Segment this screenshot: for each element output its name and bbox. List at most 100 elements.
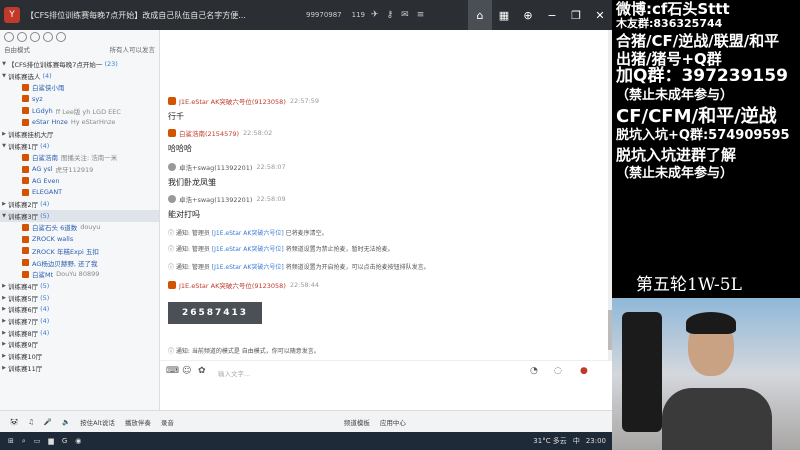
channel-user[interactable]: 白鲨Mt DouYu 80899 xyxy=(0,268,159,280)
mic-icon[interactable]: 🎤 xyxy=(44,418,52,426)
collapsed-icon[interactable]: ▶ xyxy=(0,306,8,312)
search-icon[interactable]: ⌕ xyxy=(22,437,26,446)
browser-icon[interactable]: G xyxy=(62,437,67,445)
user-badge-icon xyxy=(22,247,29,255)
user-badge-icon xyxy=(22,95,29,103)
app-center-button[interactable]: 应用中心 xyxy=(380,417,406,427)
avatar[interactable] xyxy=(168,281,176,289)
home-icon[interactable]: ⌂ xyxy=(468,0,492,30)
sender-name[interactable]: 卓浩+swag(11392201) xyxy=(179,194,252,204)
channel-item[interactable]: ▼ 训练赛3厅 (5) xyxy=(0,209,159,222)
search-icon[interactable] xyxy=(56,32,66,42)
sender-name[interactable]: J1E.eStar AK突破六号位(9123058) xyxy=(179,280,286,290)
channel-item[interactable]: ▶ 训练赛2厅 (4) xyxy=(0,198,159,210)
airplane-icon[interactable]: ✈ xyxy=(371,10,379,20)
app-icon[interactable]: ◉ xyxy=(75,437,81,445)
channel-name: 训练赛选人 xyxy=(8,72,41,81)
group-icon[interactable] xyxy=(17,32,27,42)
collapsed-icon[interactable]: ▶ xyxy=(0,330,8,336)
collapsed-icon[interactable]: ▶ xyxy=(0,353,8,359)
channel-user[interactable]: 白鲨侠小雨 xyxy=(0,81,159,93)
channel-item[interactable]: ▶ 训练赛7厅 (4) xyxy=(0,315,159,327)
collapsed-icon[interactable]: ▶ xyxy=(0,365,8,371)
collapsed-icon[interactable]: ▶ xyxy=(0,341,8,347)
expanded-icon[interactable]: ▼ xyxy=(0,61,8,67)
avatar[interactable] xyxy=(168,163,176,171)
room-title: 【CFS排位训练赛每晚7点开始】改成自己队伍自己名字方便... xyxy=(26,10,246,20)
channel-user[interactable]: AG杨边贝赫野, 还了我 xyxy=(0,257,159,269)
weather[interactable]: 31°C 多云 xyxy=(533,436,567,446)
menu-icon[interactable]: ≡ xyxy=(417,10,425,20)
push-to-talk-button[interactable]: 按住Alt说话 xyxy=(80,417,115,427)
headset-icon[interactable]: ♫ xyxy=(28,418,34,426)
windows-start-icon[interactable]: ⊞ xyxy=(8,437,14,445)
channel-item[interactable]: ▼ 训练赛选人 (4) xyxy=(0,70,159,82)
speaker-icon[interactable]: 🔈 xyxy=(62,418,70,426)
notice-user[interactable]: [J1E.eStar AK突破六号位] xyxy=(212,246,284,253)
close-icon[interactable]: ✕ xyxy=(588,0,612,30)
channel-user[interactable]: syz xyxy=(0,93,159,105)
clock[interactable]: 23:00 xyxy=(586,437,606,445)
grid-icon[interactable]: ▦ xyxy=(492,0,516,30)
message-input[interactable]: 输入文字... xyxy=(218,368,250,378)
channel-item[interactable]: ▶ 训练赛挂机大厅 xyxy=(0,128,159,140)
expanded-icon[interactable]: ▼ xyxy=(0,213,8,219)
settings-icon[interactable] xyxy=(30,32,40,42)
channel-user[interactable]: 白鲨浩南 图播关注: 浩南一米 xyxy=(0,152,159,164)
voice-icon[interactable]: ◔ xyxy=(530,366,538,376)
taskview-icon[interactable]: ▭ xyxy=(34,437,41,445)
channel-user[interactable]: eStar Hnze Hy eStarHnze xyxy=(0,116,159,128)
minimize-icon[interactable]: − xyxy=(540,0,564,30)
collapsed-icon[interactable]: ▶ xyxy=(0,283,8,289)
code-message: 26587413 xyxy=(168,302,262,324)
gamepad-icon[interactable]: ⌨ xyxy=(166,366,179,376)
collapsed-icon[interactable]: ▶ xyxy=(0,318,8,324)
expanded-icon[interactable]: ▼ xyxy=(0,143,8,149)
record-icon[interactable]: ● xyxy=(580,366,588,376)
collapsed-icon[interactable]: ▶ xyxy=(0,295,8,301)
channel-user[interactable]: AG Even xyxy=(0,175,159,187)
channel-item[interactable]: ▶ 训练赛10厅 xyxy=(0,350,159,362)
channel-item[interactable]: ▶ 训练赛9厅 xyxy=(0,339,159,351)
record-button[interactable]: 录音 xyxy=(161,417,174,427)
collapsed-icon[interactable]: ▶ xyxy=(0,201,8,207)
message-time: 22:57:59 xyxy=(289,97,320,105)
channel-item[interactable]: ▼ 训练赛1厅 (4) xyxy=(0,140,159,152)
mode-selector[interactable]: 自由模式 xyxy=(4,44,30,56)
channel-user[interactable]: AG ysl 虎牙112919 xyxy=(0,163,159,175)
gift-icon[interactable]: ✿ xyxy=(198,366,206,376)
user-icon[interactable] xyxy=(4,32,14,42)
channel-user[interactable]: ZROCK 年糕Expi 五扣 xyxy=(0,245,159,257)
channel-user[interactable]: LGdyh ff Lee版 yh LGD EEC xyxy=(0,105,159,117)
channel-item[interactable]: ▶ 训练赛8厅 (4) xyxy=(0,327,159,339)
expanded-icon[interactable]: ▼ xyxy=(0,73,8,79)
explorer-icon[interactable]: ▆ xyxy=(48,437,53,445)
sender-name[interactable]: J1E.eStar AK突破六号位(9123058) xyxy=(179,96,286,106)
ime-indicator[interactable]: 中 xyxy=(573,436,580,446)
channel-item[interactable]: ▶ 训练赛11厅 xyxy=(0,362,159,374)
notice-user[interactable]: [J1E.eStar AK突破六号位] xyxy=(212,230,284,237)
sender-name[interactable]: 卓浩+swag(11392201) xyxy=(179,162,252,172)
location-icon[interactable] xyxy=(43,32,53,42)
channel-item[interactable]: ▶ 训练赛5厅 (5) xyxy=(0,292,159,304)
channel-user[interactable]: ZROCK walls xyxy=(0,233,159,245)
play-accompaniment-button[interactable]: 播放伴奏 xyxy=(125,417,151,427)
emoji-icon[interactable]: ☺ xyxy=(182,366,191,376)
channel-item[interactable]: ▼ 【CFS排位训练赛每晚7点开始一 (23) xyxy=(0,58,159,70)
restore-icon[interactable]: ❐ xyxy=(564,0,588,30)
collapsed-icon[interactable]: ▶ xyxy=(0,131,8,137)
chat-bubble-icon[interactable]: ◌ xyxy=(554,366,562,376)
sender-name[interactable]: 白鲨浩南(2154579) xyxy=(179,128,239,138)
key-icon[interactable]: ⚷ xyxy=(387,10,394,20)
mail-icon[interactable]: ✉ xyxy=(401,10,409,20)
channel-item[interactable]: ▶ 训练赛4厅 (5) xyxy=(0,280,159,292)
channel-template-button[interactable]: 频道模板 xyxy=(344,417,370,427)
avatar[interactable] xyxy=(168,129,176,137)
gamepad-icon[interactable]: ⊕ xyxy=(516,0,540,30)
channel-item[interactable]: ▶ 训练赛6厅 (4) xyxy=(0,303,159,315)
channel-user[interactable]: 白鲨石头 6道数 douyu xyxy=(0,222,159,234)
avatar[interactable] xyxy=(168,195,176,203)
avatar[interactable] xyxy=(168,97,176,105)
notice-user[interactable]: [J1E.eStar AK突破六号位] xyxy=(212,264,284,271)
channel-user[interactable]: ELEGANT xyxy=(0,187,159,199)
